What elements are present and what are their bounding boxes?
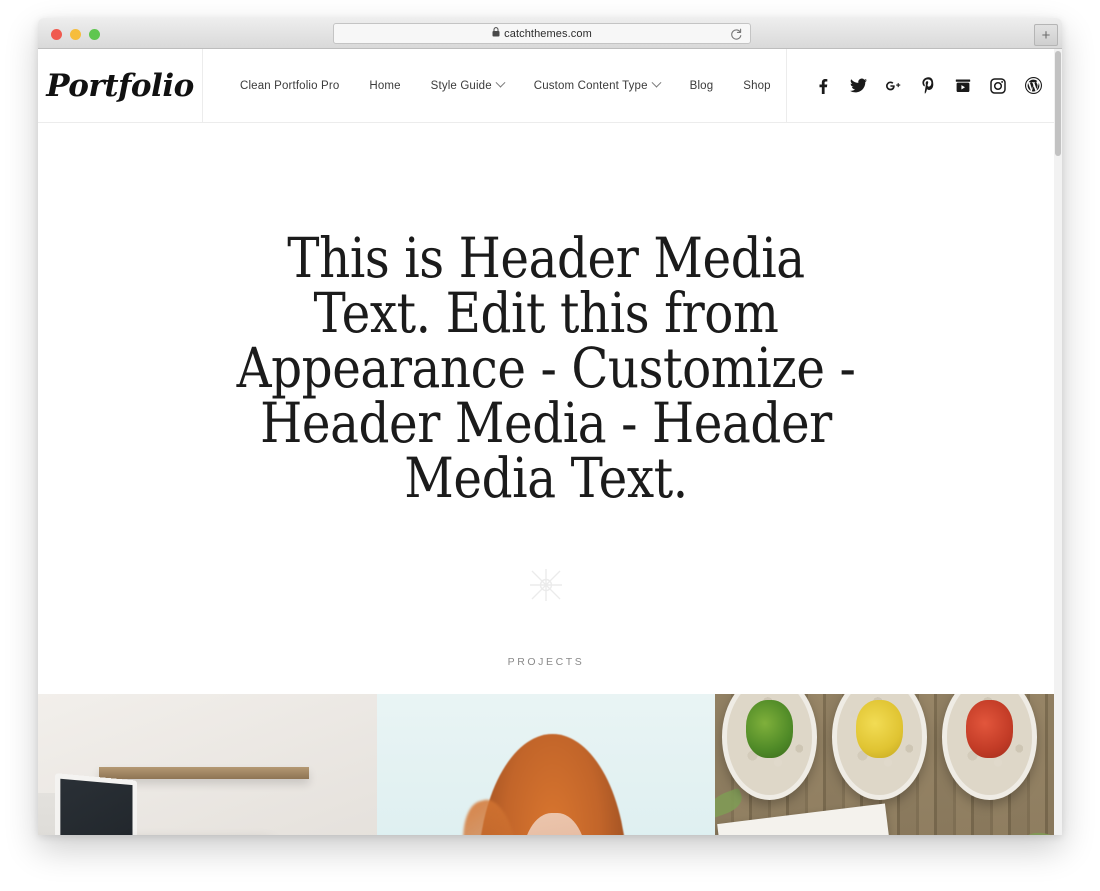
star-ornament-icon	[98, 568, 994, 602]
succulent-pot-yellow	[832, 694, 927, 800]
wordpress-icon[interactable]	[1024, 77, 1042, 94]
succulent-pot-green	[722, 694, 817, 800]
succulent-plant	[745, 699, 794, 758]
section-label-projects: PROJECTS	[507, 656, 585, 668]
nav-label: Blog	[689, 79, 714, 92]
project-tile-woman-by-the-sea[interactable]	[376, 694, 716, 835]
window-controls	[51, 29, 100, 40]
page-scrollbar[interactable]	[1054, 49, 1062, 835]
web-page: Portfolio Clean Portfolio Pro Home Style…	[38, 49, 1054, 835]
nav-item-home[interactable]: Home	[354, 80, 415, 92]
page-title: This is Header Media Text. Edit this fro…	[236, 226, 856, 510]
site-logo[interactable]: Portfolio	[38, 49, 203, 122]
google-plus-icon[interactable]	[885, 77, 902, 94]
nav-label: Clean Portfolio Pro	[240, 79, 340, 92]
chevron-down-icon	[495, 77, 506, 88]
nav-item-clean-portfolio-pro[interactable]: Clean Portfolio Pro	[225, 80, 354, 92]
project-tile-desk-workspace[interactable]	[38, 694, 377, 835]
twitter-icon[interactable]	[849, 77, 867, 94]
chevron-down-icon	[651, 77, 662, 88]
hero-section: This is Header Media Text. Edit this fro…	[38, 123, 1054, 668]
browser-window: catchthemes.com + Portfolio Clean Portfo…	[38, 18, 1062, 835]
maximize-window-button[interactable]	[89, 29, 100, 40]
nav-label: Home	[369, 79, 401, 92]
new-tab-button[interactable]: +	[1034, 24, 1058, 46]
minimize-window-button[interactable]	[70, 29, 81, 40]
youtube-icon[interactable]	[955, 77, 972, 94]
site-header: Portfolio Clean Portfolio Pro Home Style…	[38, 49, 1054, 123]
scrollbar-thumb[interactable]	[1055, 51, 1061, 156]
nav-item-shop[interactable]: Shop	[728, 80, 785, 92]
project-grid	[38, 694, 1054, 835]
browser-titlebar: catchthemes.com +	[38, 18, 1062, 49]
succulent-plant	[965, 699, 1014, 758]
nav-label: Custom Content Type	[533, 79, 648, 92]
succulent-pot-red	[942, 694, 1038, 800]
close-window-button[interactable]	[51, 29, 62, 40]
monitor-left	[55, 772, 137, 835]
nav-item-blog[interactable]: Blog	[675, 80, 729, 92]
page-viewport: Portfolio Clean Portfolio Pro Home Style…	[38, 49, 1062, 835]
new-tab-label: +	[1041, 26, 1051, 44]
social-navigation	[787, 49, 1060, 122]
facebook-icon[interactable]	[815, 77, 832, 94]
primary-navigation: Clean Portfolio Pro Home Style Guide Cus…	[203, 49, 787, 122]
lock-icon	[492, 27, 500, 40]
nav-item-style-guide[interactable]: Style Guide	[416, 77, 519, 92]
url-text: catchthemes.com	[504, 27, 592, 40]
address-bar[interactable]: catchthemes.com	[333, 23, 751, 44]
reload-icon[interactable]	[729, 27, 743, 41]
project-tile-succulents-on-wood[interactable]	[715, 694, 1054, 835]
nav-label: Shop	[743, 79, 771, 92]
desk-shelf	[98, 766, 309, 779]
nav-item-custom-content-type[interactable]: Custom Content Type	[519, 77, 675, 92]
nav-label: Style Guide	[430, 79, 492, 92]
pinterest-icon[interactable]	[920, 77, 937, 94]
instagram-icon[interactable]	[990, 77, 1007, 94]
succulent-plant	[855, 699, 904, 758]
